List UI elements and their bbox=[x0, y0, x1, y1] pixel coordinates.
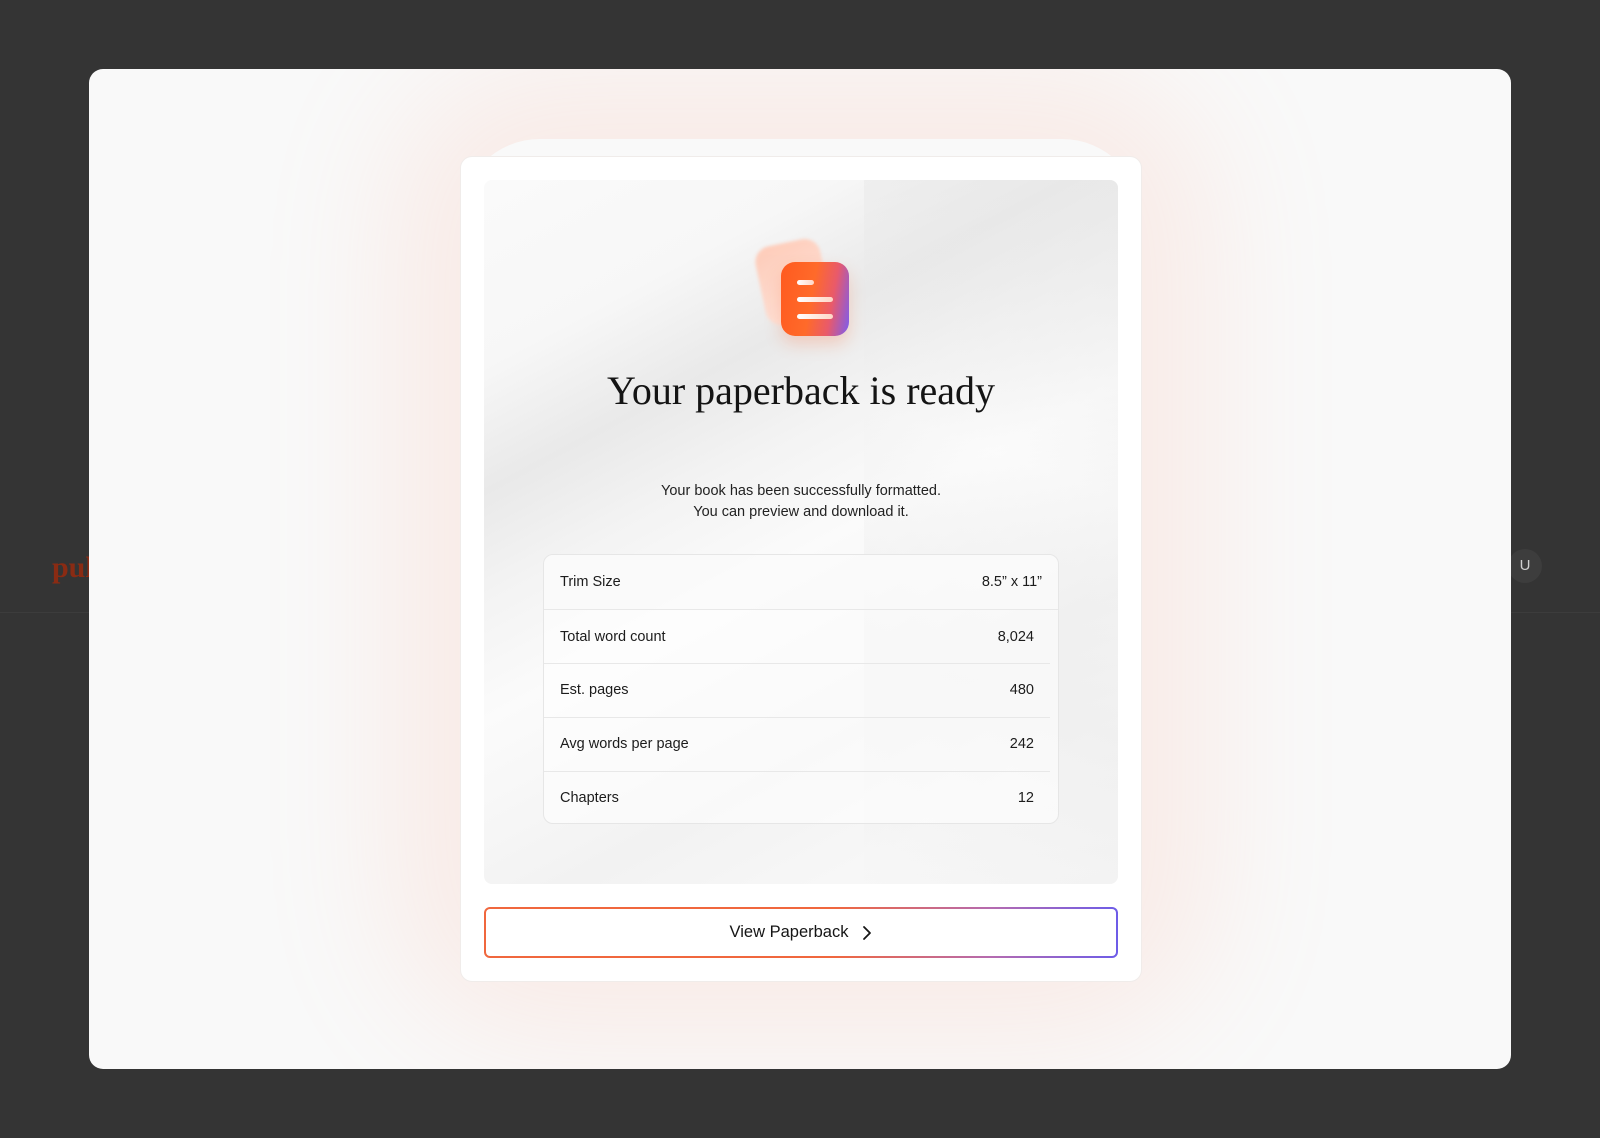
stat-row-word-count: Total word count 8,024 bbox=[544, 609, 1058, 663]
stat-row-trim-size: Trim Size 8.5” x 11” bbox=[544, 555, 1058, 609]
stat-row-avg-words: Avg words per page 242 bbox=[544, 717, 1058, 771]
modal-subtitle: Your book has been successfully formatte… bbox=[484, 481, 1118, 523]
stat-value: 8,024 bbox=[997, 628, 1034, 645]
modal-title-text: Your paperback is ready bbox=[606, 368, 996, 413]
icon-front-sheet bbox=[781, 262, 849, 336]
background-user-avatar[interactable]: U bbox=[1508, 549, 1542, 583]
modal-overlay: Your paperback is ready Your book has be… bbox=[89, 69, 1511, 1069]
modal-title: Your paperback is ready bbox=[484, 366, 1118, 416]
stat-value: 480 bbox=[1009, 682, 1034, 698]
stat-value: 8.5” x 11” bbox=[981, 574, 1042, 590]
success-card: Your paperback is ready Your book has be… bbox=[460, 156, 1142, 982]
subtitle-line-2: You can preview and download it. bbox=[693, 504, 909, 520]
hero-panel: Your paperback is ready Your book has be… bbox=[484, 180, 1118, 884]
icon-line-2 bbox=[797, 297, 833, 302]
stat-row-chapters: Chapters 12 bbox=[544, 771, 1058, 823]
stat-label: Est. pages bbox=[560, 682, 629, 698]
subtitle-line-1: Your book has been successfully formatte… bbox=[661, 483, 941, 499]
icon-line-1 bbox=[797, 280, 814, 285]
background-logo: pul bbox=[52, 551, 94, 584]
stat-label: Avg words per page bbox=[560, 736, 689, 752]
view-paperback-label: View Paperback bbox=[729, 923, 849, 941]
stat-value: 12 bbox=[1017, 790, 1034, 806]
view-paperback-button[interactable]: View Paperback bbox=[484, 907, 1118, 958]
book-stats-table: Trim Size 8.5” x 11” Total word count 8,… bbox=[543, 554, 1059, 824]
stat-label: Trim Size bbox=[560, 574, 621, 590]
chevron-right-icon bbox=[863, 925, 872, 940]
stat-label: Total word count bbox=[560, 628, 666, 645]
stat-value: 242 bbox=[1009, 736, 1034, 752]
icon-line-3 bbox=[797, 314, 833, 319]
stat-label: Chapters bbox=[560, 790, 619, 806]
document-lines-icon bbox=[752, 236, 853, 344]
stat-row-est-pages: Est. pages 480 bbox=[544, 663, 1058, 717]
